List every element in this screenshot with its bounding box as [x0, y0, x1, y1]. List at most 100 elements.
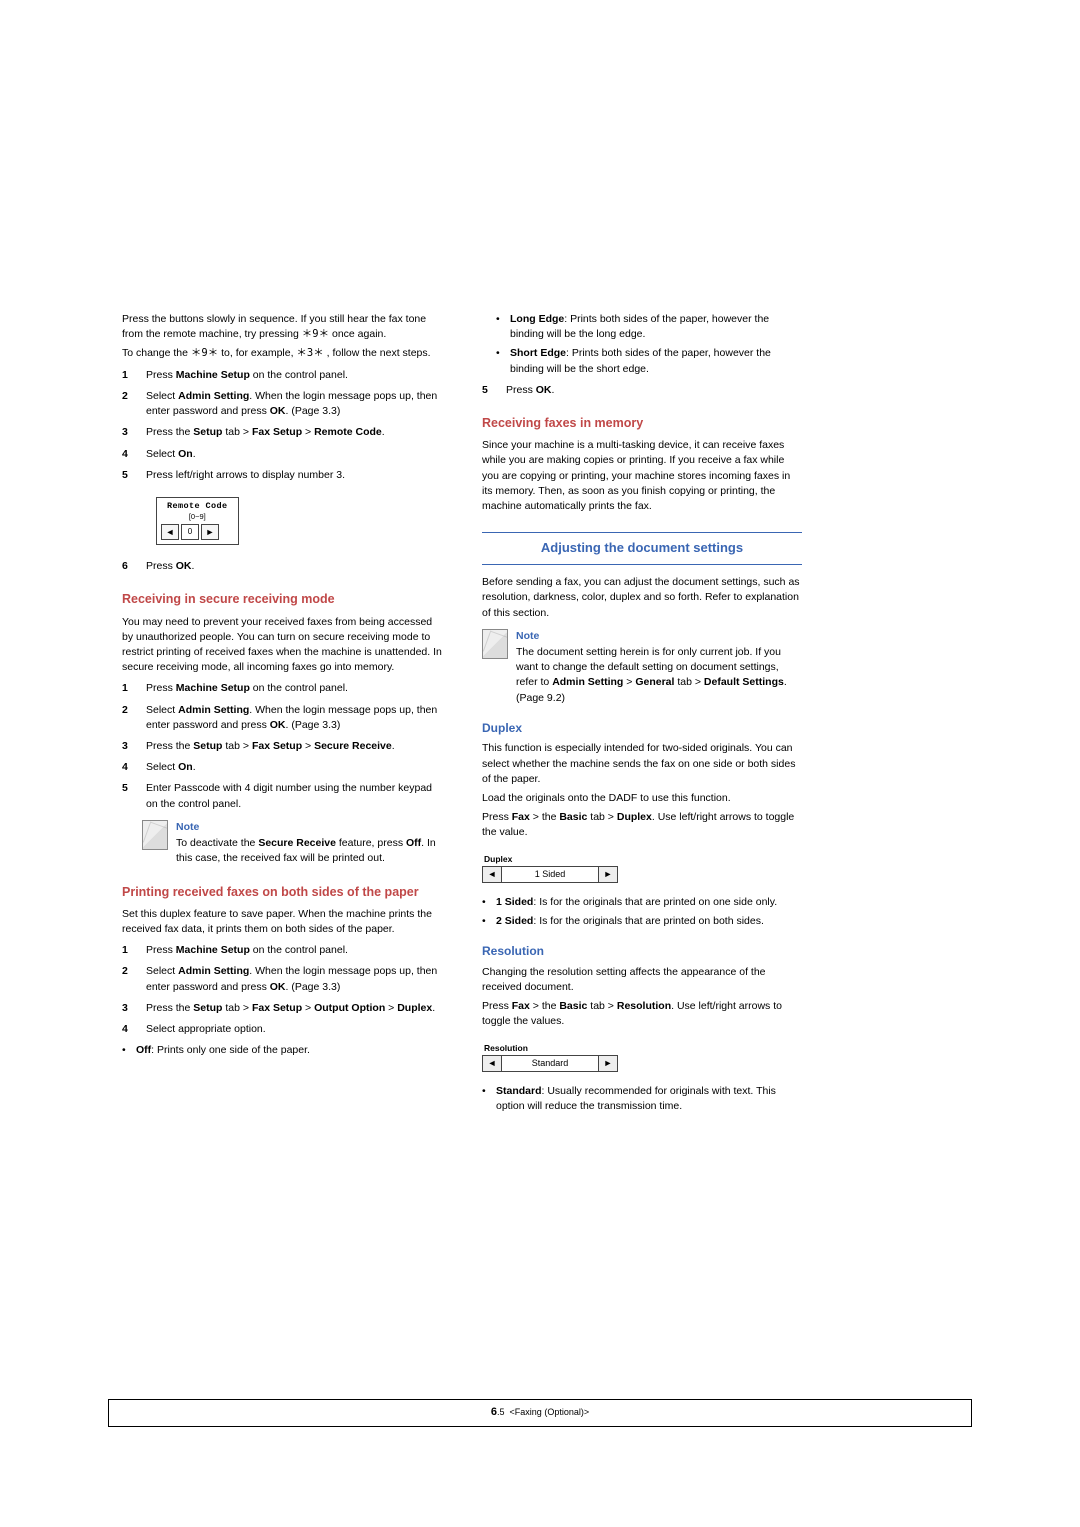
note-title: Note [516, 629, 802, 644]
bullet-dot-icon: • [482, 895, 490, 910]
heading-print-both-sides: Printing received faxes on both sides of… [122, 883, 442, 901]
step-text: Press left/right arrows to display numbe… [146, 468, 442, 483]
step-number: 1 [122, 368, 134, 383]
bullet-dot-icon: • [122, 1043, 130, 1058]
bullet-dot-icon: • [496, 346, 504, 376]
bullet-2-sided: • 2 Sided: Is for the originals that are… [482, 914, 802, 929]
step-4: 4 Select On. [122, 447, 442, 462]
step-text: Select Admin Setting. When the login mes… [146, 964, 442, 994]
bullet-short-edge: • Short Edge: Prints both sides of the p… [496, 346, 802, 376]
remote-code-widget: Remote Code [0~9] ◄ 0 ► [156, 497, 239, 545]
spinner-value: 0 [181, 524, 199, 540]
secure-paragraph: You may need to prevent your received fa… [122, 615, 442, 676]
page-footer: 6.5 <Faxing (Optional)> [108, 1399, 972, 1427]
step-2: 2 Select Admin Setting. When the login m… [122, 703, 442, 733]
step-number: 5 [122, 781, 134, 811]
step-text: Press OK. [146, 559, 442, 574]
note-box: Note The document setting herein is for … [482, 629, 802, 706]
step-1: 1 Press Machine Setup on the control pan… [122, 368, 442, 383]
bullet-dot-icon: • [482, 914, 490, 929]
widget-range: [0~9] [157, 512, 238, 524]
bullet-dot-icon: • [482, 1084, 490, 1114]
step-3: 3 Press the Setup tab > Fax Setup > Secu… [122, 739, 442, 754]
step-text: Press Machine Setup on the control panel… [146, 681, 442, 696]
bullet-text: Long Edge: Prints both sides of the pape… [510, 312, 802, 342]
step-5: 5 Press left/right arrows to display num… [122, 468, 442, 483]
right-column: • Long Edge: Prints both sides of the pa… [482, 308, 802, 1118]
note-title: Note [176, 820, 442, 835]
bullet-text: Standard: Usually recommended for origin… [496, 1084, 802, 1114]
left-column: Press the buttons slowly in sequence. If… [122, 308, 442, 1118]
step-2: 2 Select Admin Setting. When the login m… [122, 964, 442, 994]
print-paragraph: Set this duplex feature to save paper. W… [122, 907, 442, 937]
bullet-standard: • Standard: Usually recommended for orig… [482, 1084, 802, 1114]
step-text: Enter Passcode with 4 digit number using… [146, 781, 442, 811]
note-body: Note The document setting herein is for … [516, 629, 802, 706]
step-4: 4 Select On. [122, 760, 442, 775]
step-number: 5 [122, 468, 134, 483]
step-text: Press the Setup tab > Fax Setup > Output… [146, 1001, 442, 1016]
step-number: 1 [122, 943, 134, 958]
text: to, for example, [218, 347, 296, 359]
step-number: 2 [122, 389, 134, 419]
bullet-long-edge: • Long Edge: Prints both sides of the pa… [496, 312, 802, 342]
arrow-left-icon[interactable]: ◄ [161, 524, 179, 540]
spinner-row: ◄ Standard ► [482, 1055, 618, 1072]
spinner-title: Resolution [482, 1042, 618, 1055]
resolution-spinner: Resolution ◄ Standard ► [482, 1042, 618, 1072]
step-text: Select Admin Setting. When the login mes… [146, 703, 442, 733]
step-5: 5 Enter Passcode with 4 digit number usi… [122, 781, 442, 811]
bullet-1-sided: • 1 Sided: Is for the originals that are… [482, 895, 802, 910]
heading-resolution: Resolution [482, 943, 802, 960]
intro-paragraph: Press the buttons slowly in sequence. If… [122, 312, 442, 342]
code: ＊9＊ [302, 328, 329, 340]
step-number: 3 [122, 739, 134, 754]
step-number: 3 [122, 425, 134, 440]
bullet-text: 2 Sided: Is for the originals that are p… [496, 914, 764, 929]
arrow-right-icon[interactable]: ► [201, 524, 219, 540]
step-number: 4 [122, 447, 134, 462]
heading-duplex: Duplex [482, 720, 802, 737]
memory-paragraph: Since your machine is a multi-tasking de… [482, 438, 802, 514]
note-box: Note To deactivate the Secure Receive fe… [142, 820, 442, 867]
page: Press the buttons slowly in sequence. If… [0, 0, 1080, 1527]
resolution-p2: Press Fax > the Basic tab > Resolution. … [482, 999, 802, 1029]
step-text: Select On. [146, 760, 442, 775]
step-number: 4 [122, 1022, 134, 1037]
step-text: Press the Setup tab > Fax Setup > Remote… [146, 425, 442, 440]
step-number: 1 [122, 681, 134, 696]
note-body: Note To deactivate the Secure Receive fe… [176, 820, 442, 867]
text: , follow the next steps. [324, 347, 431, 359]
arrow-right-icon[interactable]: ► [598, 867, 617, 882]
widget-title: Remote Code [157, 498, 238, 512]
step-number: 6 [122, 559, 134, 574]
note-text: To deactivate the Secure Receive feature… [176, 836, 442, 866]
bullet-text: Short Edge: Prints both sides of the pap… [510, 346, 802, 376]
text: To change the [122, 347, 191, 359]
footer-label: <Faxing (Optional)> [510, 1407, 590, 1417]
two-column-layout: Press the buttons slowly in sequence. If… [122, 308, 972, 1118]
arrow-left-icon[interactable]: ◄ [483, 1056, 502, 1071]
step-text: Press Machine Setup on the control panel… [146, 368, 442, 383]
step-1: 1 Press Machine Setup on the control pan… [122, 681, 442, 696]
bullet-text: 1 Sided: Is for the originals that are p… [496, 895, 777, 910]
note-icon [142, 820, 168, 850]
spinner-row: ◄ 1 Sided ► [482, 866, 618, 883]
step-2: 2 Select Admin Setting. When the login m… [122, 389, 442, 419]
spinner-title: Duplex [482, 853, 618, 866]
step-3: 3 Press the Setup tab > Fax Setup > Remo… [122, 425, 442, 440]
text: once again. [329, 328, 386, 340]
bullet-text: Off: Prints only one side of the paper. [136, 1043, 310, 1058]
step-6: 6 Press OK. [122, 559, 442, 574]
step-number: 2 [122, 964, 134, 994]
change-intro: To change the ＊9＊ to, for example, ＊3＊ ,… [122, 346, 442, 361]
note-icon [482, 629, 508, 659]
adjust-paragraph: Before sending a fax, you can adjust the… [482, 575, 802, 621]
arrow-left-icon[interactable]: ◄ [483, 867, 502, 882]
arrow-right-icon[interactable]: ► [598, 1056, 617, 1071]
spinner-row: ◄ 0 ► [157, 524, 238, 544]
step-text: Press the Setup tab > Fax Setup > Secure… [146, 739, 442, 754]
note-text: The document setting herein is for only … [516, 645, 802, 706]
code: ＊9＊ [191, 347, 218, 359]
bullet-dot-icon: • [496, 312, 504, 342]
